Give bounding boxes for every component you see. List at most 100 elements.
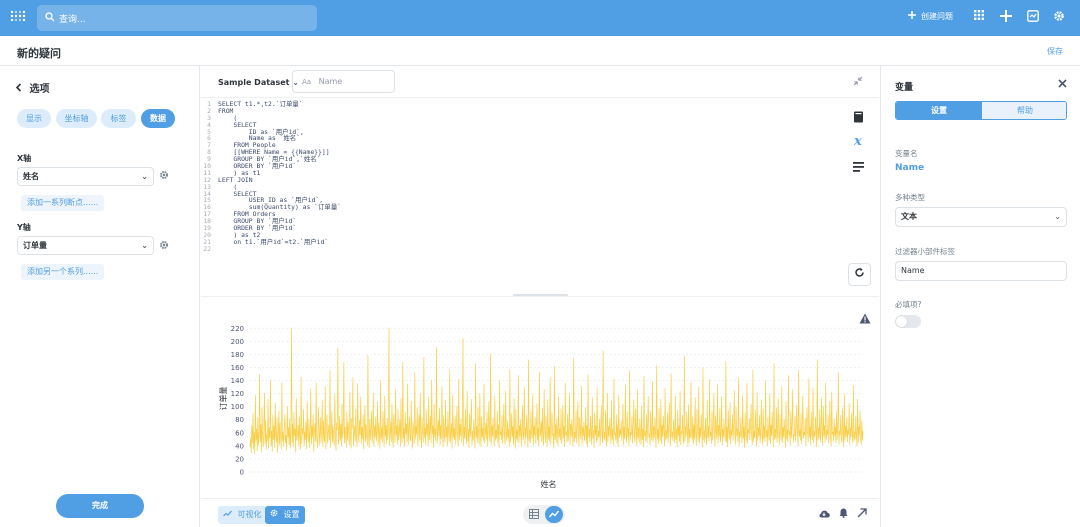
top-nav-bar: 查询... 创建问题: [0, 0, 1080, 36]
visualization-button[interactable]: 可视化: [218, 506, 267, 524]
tab-settings[interactable]: 设置: [896, 102, 982, 119]
variable-placeholder: Name: [318, 77, 343, 86]
series-line: [249, 327, 864, 455]
code-line: 22: [201, 244, 841, 253]
variable-filter-input[interactable]: Aa Name: [292, 70, 395, 93]
y-axis-label: Y轴: [17, 223, 31, 232]
database-picker[interactable]: Sample Dataset ⌄: [218, 78, 299, 87]
code-line: 12 LEFT JOIN: [201, 176, 841, 184]
add-series-link[interactable]: 添加另一个系列......: [21, 264, 105, 280]
settings-button[interactable]: 设置: [265, 506, 305, 524]
y-tick-label: 140: [231, 377, 244, 385]
x-axis-label: X轴: [17, 154, 32, 163]
chevron-left-icon: [15, 83, 25, 95]
new-question-button[interactable]: 创建问题: [921, 11, 953, 22]
y-axis-settings-gear-icon[interactable]: [159, 240, 169, 253]
required-toggle[interactable]: [895, 315, 921, 328]
bell-icon[interactable]: [839, 508, 848, 521]
y-tick-label: 60: [235, 429, 244, 437]
view-toggle[interactable]: [523, 505, 565, 524]
editor-header: Sample Dataset ⌄ Aa Name: [201, 66, 879, 98]
visualization-label: 可视化: [237, 510, 262, 519]
y-tick-label: 160: [231, 364, 244, 372]
chevron-down-icon: ⌄: [1054, 212, 1061, 221]
data-reference-icon[interactable]: [853, 111, 864, 126]
table-view-icon[interactable]: [529, 509, 539, 522]
line-chart-icon: [223, 510, 235, 519]
y-tick-label: 100: [231, 403, 244, 411]
visualization-area: 0 20 40 60 80 100 120 140 160 180 200 220 姓名 订单量: [201, 296, 879, 498]
text-variable-icon: Aa: [302, 78, 312, 86]
metabase-logo-icon[interactable]: [10, 10, 26, 27]
snippets-icon[interactable]: [853, 162, 864, 175]
settings-label: 设置: [283, 510, 300, 519]
gear-icon: [270, 509, 281, 519]
code-line: 3 (: [201, 114, 841, 122]
search-icon: [45, 12, 55, 25]
run-query-refresh-button[interactable]: [848, 263, 871, 286]
variable-type-select[interactable]: 文本 ⌄: [895, 207, 1067, 227]
tab-help[interactable]: 帮助: [982, 102, 1066, 119]
settings-help-toggle: 设置 帮助: [895, 101, 1067, 120]
grid-icon[interactable]: [974, 10, 984, 23]
chevron-down-icon: ⌄: [141, 172, 148, 181]
search-placeholder: 查询...: [59, 15, 86, 25]
y-tick-label: 20: [235, 455, 244, 463]
toggle-knob: [896, 316, 907, 327]
collapse-icon[interactable]: [853, 76, 863, 89]
code-line: 13 (: [201, 183, 841, 191]
search-input[interactable]: 查询...: [37, 5, 317, 31]
variable-name-value: Name: [895, 163, 925, 173]
widget-label-label: 过滤器小部件标签: [895, 247, 955, 256]
close-icon[interactable]: [1058, 79, 1067, 91]
chevron-down-icon: ⌄: [141, 241, 148, 250]
line-number: 22: [203, 244, 211, 253]
gear-icon[interactable]: [1053, 10, 1065, 25]
chart-settings-sidebar: 选项 显示 坐标轴 标签 数据 X轴 姓名 ⌄ 添加一系列断点...... Y轴…: [0, 66, 200, 527]
tab-data[interactable]: 数据: [141, 109, 175, 128]
code-line: 19 ORDER BY `用户id`: [201, 225, 841, 232]
code-line: 18 GROUP BY `用户id`: [201, 218, 841, 225]
x-axis-title: 姓名: [541, 479, 557, 489]
options-label: 选项: [29, 84, 50, 95]
code-line: 21 on t1.`用户id`=t2.`用户id`: [201, 238, 841, 246]
variables-x-icon[interactable]: x: [854, 134, 862, 149]
variables-sidebar: 变量 设置 帮助 变量名 Name 多种类型 文本 ⌄ 过滤器小部件标签 Nam…: [880, 66, 1080, 527]
tab-axes[interactable]: 坐标轴: [56, 109, 97, 128]
database-name: Sample Dataset: [218, 78, 290, 87]
sql-code-editor[interactable]: 1 SELECT t1.*,t2.`订单量` 2 FROM 3 (4 SELECT 5 I…: [201, 101, 841, 253]
y-tick-label: 220: [231, 325, 244, 333]
plus-icon: [907, 10, 917, 23]
code-line: 6 Name as `姓名`: [201, 135, 841, 142]
code-line: 17 FROM Orders: [201, 211, 841, 218]
warning-icon[interactable]: [859, 313, 871, 327]
add-icon[interactable]: [1000, 10, 1012, 25]
variable-name-label: 变量名: [895, 149, 918, 158]
y-axis-select[interactable]: 订单量 ⌄: [17, 236, 154, 255]
line-chart: 0 20 40 60 80 100 120 140 160 180 200 220 姓名 订单量: [218, 325, 864, 489]
code-line: 2 FROM: [201, 107, 841, 115]
code-line: 1 SELECT t1.*,t2.`订单量`: [201, 101, 841, 108]
query-footer: 可视化 设置: [201, 498, 879, 527]
x-axis-settings-gear-icon[interactable]: [159, 170, 169, 183]
y-tick-label: 40: [235, 442, 244, 450]
widget-label-input[interactable]: Name: [895, 261, 1067, 281]
save-button[interactable]: 保存: [1047, 46, 1063, 57]
y-tick-label: 80: [235, 416, 244, 424]
y-axis-title: 订单量: [218, 387, 228, 411]
tab-labels[interactable]: 标签: [101, 109, 136, 128]
chart-view-icon[interactable]: [545, 506, 563, 523]
share-arrow-icon[interactable]: [857, 508, 867, 521]
variables-title: 变量: [895, 83, 914, 93]
x-axis-select[interactable]: 姓名 ⌄: [17, 167, 154, 186]
add-breakout-link[interactable]: 添加一系列断点......: [21, 195, 105, 211]
y-axis-value: 订单量: [23, 241, 47, 250]
page-title: 新的疑问: [17, 47, 61, 60]
y-tick-label: 0: [240, 469, 244, 477]
download-icon[interactable]: [818, 509, 830, 521]
y-tick-label: 120: [231, 390, 244, 398]
done-button[interactable]: 完成: [56, 494, 144, 518]
tab-display[interactable]: 显示: [17, 109, 51, 128]
back-to-options-button[interactable]: 选项: [15, 80, 49, 95]
activity-icon[interactable]: [1027, 10, 1039, 25]
